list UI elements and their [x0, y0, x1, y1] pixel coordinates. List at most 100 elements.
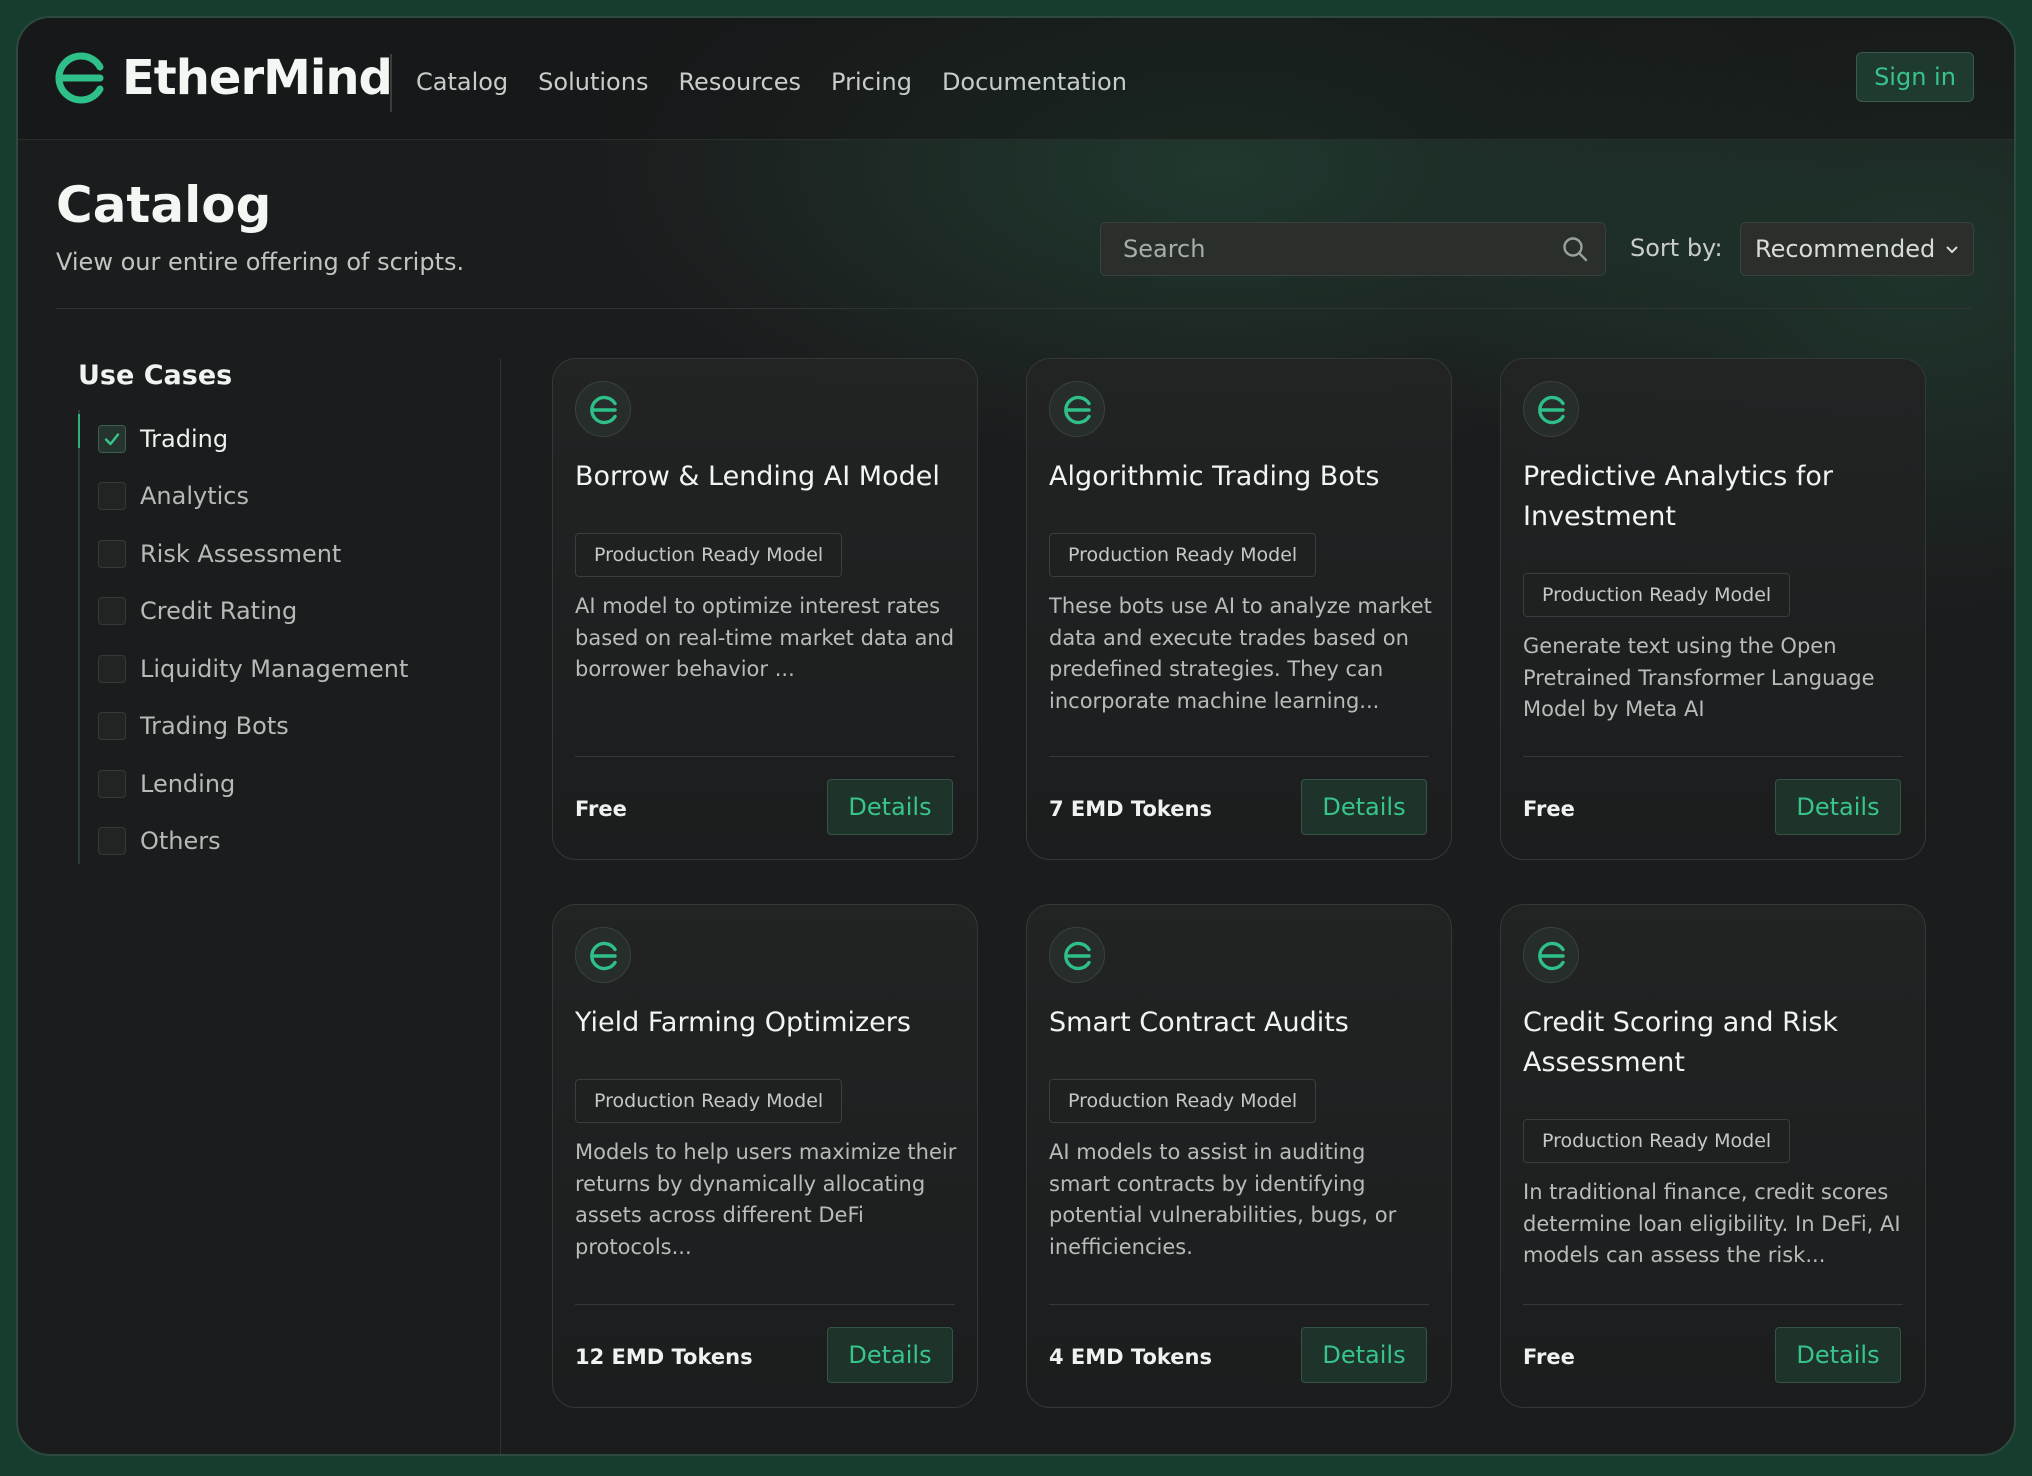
ethermind-logo-icon: [590, 941, 617, 971]
filter-risk-assessment[interactable]: Risk Assessment: [98, 525, 408, 583]
details-button[interactable]: Details: [1775, 1327, 1901, 1383]
header-divider: [56, 308, 1972, 309]
ethermind-logo-icon: [1538, 395, 1565, 425]
card-divider: [1049, 1304, 1429, 1305]
sign-in-button[interactable]: Sign in: [1856, 52, 1974, 102]
card-price: Free: [1523, 797, 1575, 821]
brand-divider: [390, 54, 392, 112]
product-card[interactable]: Borrow & Lending AI Model Production Rea…: [552, 358, 978, 860]
model-tag: Production Ready Model: [575, 533, 843, 577]
checkbox[interactable]: [98, 482, 126, 511]
ethermind-logo-icon: [55, 52, 104, 104]
product-card[interactable]: Credit Scoring and Risk Assessment Produ…: [1500, 904, 1926, 1408]
nav-resources[interactable]: Resources: [678, 60, 801, 104]
filter-analytics[interactable]: Analytics: [98, 468, 408, 526]
main-nav: Catalog Solutions Resources Pricing Docu…: [416, 60, 1127, 104]
product-logo: [1049, 381, 1105, 437]
nav-documentation[interactable]: Documentation: [942, 60, 1127, 104]
search-input[interactable]: [1101, 223, 1541, 275]
nav-solutions[interactable]: Solutions: [538, 60, 648, 104]
search-box: [1100, 222, 1606, 276]
product-logo: [575, 927, 631, 983]
sidebar-divider: [500, 358, 501, 1454]
filter-rail-active: [78, 414, 80, 448]
model-tag: Production Ready Model: [1049, 533, 1317, 577]
product-card[interactable]: Yield Farming Optimizers Production Read…: [552, 904, 978, 1408]
filter-label: Analytics: [140, 482, 249, 511]
card-description: Models to help users maximize their retu…: [575, 1140, 957, 1259]
filter-label: Risk Assessment: [140, 539, 342, 568]
search-icon[interactable]: [1561, 235, 1589, 263]
brand-name: EtherMind: [122, 50, 393, 106]
details-button[interactable]: Details: [1775, 779, 1901, 835]
filter-trading[interactable]: Trading: [98, 410, 408, 468]
filter-rail: [78, 410, 80, 864]
details-button[interactable]: Details: [827, 779, 953, 835]
product-card[interactable]: Algorithmic Trading Bots Production Read…: [1026, 358, 1452, 860]
card-divider: [1523, 1304, 1903, 1305]
use-cases-sidebar: Use Cases Trading Analytics Risk Assessm…: [56, 338, 506, 1454]
checkbox[interactable]: [98, 769, 126, 798]
filter-liquidity-management[interactable]: Liquidity Management: [98, 640, 408, 698]
card-description: Generate text using the Open Pretrained …: [1523, 634, 1875, 721]
checkbox[interactable]: [98, 712, 126, 741]
card-price: Free: [575, 797, 627, 821]
filter-others[interactable]: Others: [98, 813, 408, 871]
app-window: EtherMind Catalog Solutions Resources Pr…: [16, 16, 2016, 1456]
card-description: In traditional finance, credit scores de…: [1523, 1180, 1901, 1267]
card-divider: [575, 1304, 955, 1305]
nav-pricing[interactable]: Pricing: [831, 60, 912, 104]
ethermind-logo-icon: [590, 395, 617, 425]
filter-label: Others: [140, 827, 221, 856]
details-button[interactable]: Details: [827, 1327, 953, 1383]
sort-by-label: Sort by:: [1630, 234, 1723, 262]
card-title: Predictive Analytics for Investment: [1523, 461, 1833, 532]
card-price: 7 EMD Tokens: [1049, 797, 1212, 821]
checkbox[interactable]: [98, 597, 126, 626]
checkbox-checked[interactable]: [98, 424, 126, 453]
product-card[interactable]: Predictive Analytics for Investment Prod…: [1500, 358, 1926, 860]
card-description: These bots use AI to analyze market data…: [1049, 594, 1432, 713]
ethermind-logo-icon: [1064, 941, 1091, 971]
model-tag: Production Ready Model: [575, 1079, 843, 1123]
use-cases-title: Use Cases: [78, 360, 233, 391]
check-icon: [104, 433, 120, 445]
card-description: AI models to assist in auditing smart co…: [1049, 1140, 1397, 1259]
card-price: 12 EMD Tokens: [575, 1345, 753, 1369]
product-card[interactable]: Smart Contract Audits Production Ready M…: [1026, 904, 1452, 1408]
filter-label: Trading: [140, 424, 229, 453]
card-divider: [575, 756, 955, 757]
use-case-list: Trading Analytics Risk Assessment Credit…: [98, 410, 408, 870]
model-tag: Production Ready Model: [1523, 1119, 1791, 1163]
checkbox[interactable]: [98, 539, 126, 568]
ethermind-logo-icon: [1064, 395, 1091, 425]
filter-label: Liquidity Management: [140, 654, 409, 683]
filter-lending[interactable]: Lending: [98, 755, 408, 813]
product-logo: [1523, 927, 1579, 983]
top-navbar: EtherMind Catalog Solutions Resources Pr…: [18, 18, 2014, 140]
checkbox[interactable]: [98, 654, 126, 683]
card-price: Free: [1523, 1345, 1575, 1369]
checkbox[interactable]: [98, 827, 126, 856]
brand-logo[interactable]: EtherMind: [54, 50, 393, 106]
filter-trading-bots[interactable]: Trading Bots: [98, 698, 408, 756]
model-tag: Production Ready Model: [1049, 1079, 1317, 1123]
filter-credit-rating[interactable]: Credit Rating: [98, 583, 408, 641]
details-button[interactable]: Details: [1301, 1327, 1427, 1383]
card-price: 4 EMD Tokens: [1049, 1345, 1212, 1369]
details-button[interactable]: Details: [1301, 779, 1427, 835]
card-title: Algorithmic Trading Bots: [1049, 461, 1380, 492]
sort-select[interactable]: Recommended: [1740, 222, 1974, 276]
card-divider: [1049, 756, 1429, 757]
product-logo: [1049, 927, 1105, 983]
card-title: Borrow & Lending AI Model: [575, 461, 940, 492]
nav-catalog[interactable]: Catalog: [416, 60, 508, 104]
model-tag: Production Ready Model: [1523, 573, 1791, 617]
ethermind-logo-icon: [1538, 941, 1565, 971]
card-title: Smart Contract Audits: [1049, 1007, 1349, 1038]
page-subtitle: View our entire offering of scripts.: [56, 248, 465, 276]
card-description: AI model to optimize interest rates base…: [575, 594, 955, 681]
card-divider: [1523, 756, 1903, 757]
card-title: Credit Scoring and Risk Assessment: [1523, 1007, 1839, 1078]
product-logo: [575, 381, 631, 437]
